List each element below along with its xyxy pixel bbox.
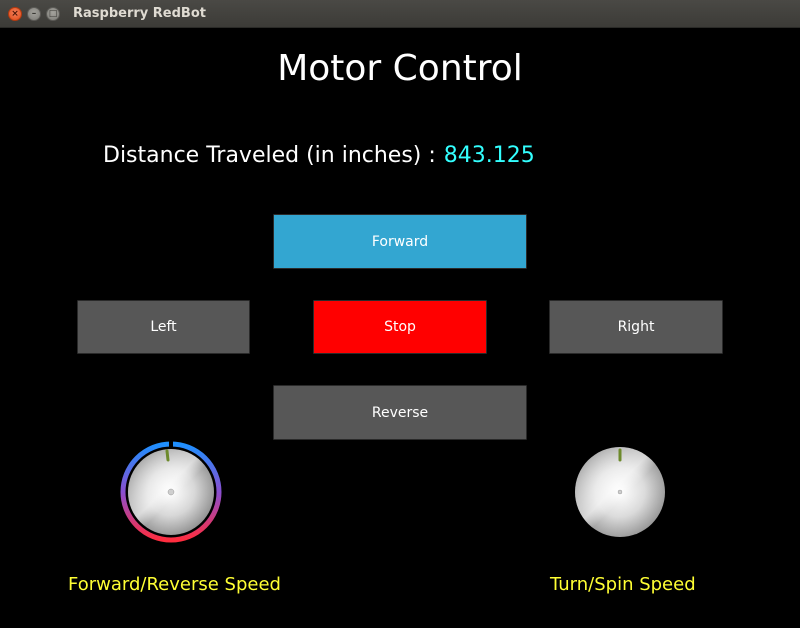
distance-value: 843.125: [443, 143, 535, 168]
forward-reverse-speed-label: Forward/Reverse Speed: [68, 574, 281, 595]
window-title: Raspberry RedBot: [73, 6, 206, 21]
distance-label: Distance Traveled (in inches) :: [103, 143, 436, 168]
title-bar: × – □ Raspberry RedBot: [0, 0, 800, 28]
close-icon: ×: [11, 9, 19, 19]
forward-reverse-speed-dial[interactable]: [118, 439, 224, 545]
maximize-window-button[interactable]: □: [46, 7, 60, 21]
turn-spin-speed-dial[interactable]: [571, 443, 669, 541]
maximize-icon: □: [48, 9, 58, 19]
knob-center: [167, 488, 175, 496]
turn-spin-speed-label: Turn/Spin Speed: [550, 574, 696, 595]
app-window: × – □ Raspberry RedBot Motor Control Dis…: [0, 0, 800, 628]
ring-gap: [169, 441, 173, 449]
left-button[interactable]: Left: [77, 300, 250, 354]
forward-button[interactable]: Forward: [273, 214, 527, 269]
minimize-icon: –: [31, 9, 37, 19]
close-window-button[interactable]: ×: [8, 7, 22, 21]
minimize-window-button[interactable]: –: [27, 7, 41, 21]
stop-button[interactable]: Stop: [313, 300, 487, 354]
distance-readout: Distance Traveled (in inches) : 843.125: [103, 143, 535, 168]
knob-center: [617, 489, 623, 495]
page-title: Motor Control: [277, 48, 523, 89]
knob-indicator: [165, 449, 170, 462]
reverse-button[interactable]: Reverse: [273, 385, 527, 440]
right-button[interactable]: Right: [549, 300, 723, 354]
